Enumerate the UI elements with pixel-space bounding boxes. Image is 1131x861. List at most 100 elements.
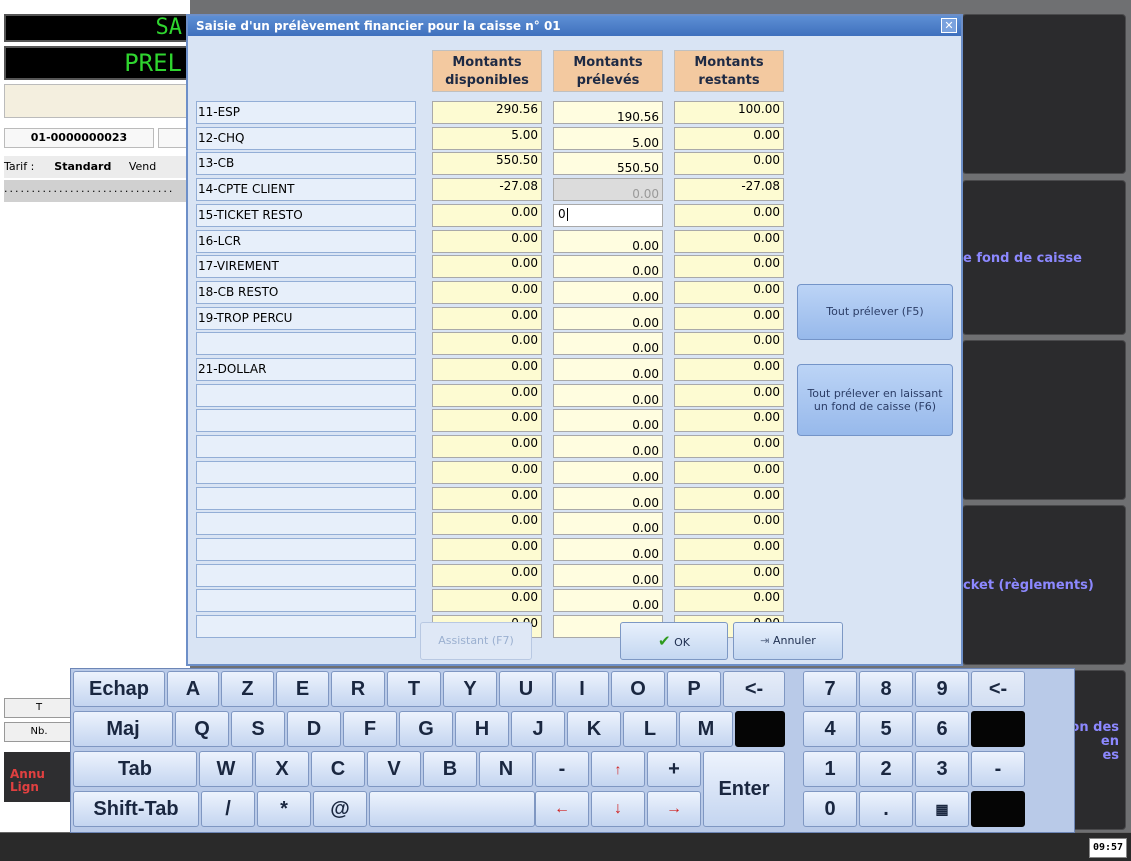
row-label [196, 563, 416, 587]
right-panel-1[interactable] [962, 14, 1126, 174]
cell-preleve-input[interactable]: 190.56 [553, 101, 663, 124]
key-f[interactable]: F [343, 711, 397, 747]
cell-preleve-input[interactable]: 0.00 [553, 229, 663, 253]
cell-preleve-input[interactable]: 0.00 [553, 589, 663, 613]
cell-preleve-input-active[interactable]: 0 [553, 203, 663, 227]
cell-preleve-input[interactable]: 0.00 [553, 332, 663, 356]
key-g[interactable]: G [399, 711, 453, 747]
ok-button[interactable]: ✔ OK [620, 622, 728, 660]
assistant-button[interactable]: Assistant (F7) [420, 622, 532, 660]
numpad-key-backspace[interactable]: <- [971, 671, 1025, 707]
key-slash[interactable]: / [201, 791, 255, 827]
cell-disponible: 0.00 [432, 563, 542, 587]
key-minus[interactable]: - [535, 751, 589, 787]
cell-restant: 0.00 [674, 563, 784, 587]
key-b[interactable]: B [423, 751, 477, 787]
numpad-key-9[interactable]: 9 [915, 671, 969, 707]
key-o[interactable]: O [611, 671, 665, 707]
cell-preleve-input[interactable]: 550.50 [553, 152, 663, 176]
key-q[interactable]: Q [175, 711, 229, 747]
key-backspace[interactable]: <- [723, 671, 785, 707]
key-arrow-left[interactable]: ← [535, 791, 589, 827]
numpad-key-8[interactable]: 8 [859, 671, 913, 707]
cell-disponible: 290.56 [432, 101, 542, 124]
cell-preleve-input[interactable]: 0.00 [553, 280, 663, 304]
cell-preleve-input[interactable]: 0.00 [553, 460, 663, 484]
key-d[interactable]: D [287, 711, 341, 747]
key-k[interactable]: K [567, 711, 621, 747]
annuler-ligne-button[interactable]: Annu Lign [4, 752, 74, 802]
key-arrow-right[interactable]: → [647, 791, 701, 827]
cell-preleve-input[interactable]: 0.00 [553, 358, 663, 381]
key-r[interactable]: R [331, 671, 385, 707]
key-arrow-up[interactable]: ↑ [591, 751, 645, 787]
tout-prelever-fond-line1: Tout prélever en laissant [807, 387, 943, 400]
key-echap[interactable]: Echap [73, 671, 165, 707]
key-v[interactable]: V [367, 751, 421, 787]
cell-preleve-input[interactable]: 0.00 [553, 537, 663, 561]
key-arrow-down[interactable]: ↓ [591, 791, 645, 827]
bg-small-button-1[interactable]: T [4, 698, 74, 718]
key-n[interactable]: N [479, 751, 533, 787]
key-s[interactable]: S [231, 711, 285, 747]
row-label: 14-CPTE CLIENT [196, 178, 416, 202]
key-a[interactable]: A [167, 671, 219, 707]
numpad-key-1[interactable]: 1 [803, 751, 857, 787]
key-e[interactable]: E [276, 671, 329, 707]
numpad-key-0[interactable]: 0 [803, 791, 857, 827]
cell-preleve-input[interactable]: 0.00 [553, 178, 663, 202]
cell-preleve-input[interactable]: 0.00 [553, 306, 663, 330]
cell-preleve-input[interactable]: 0.00 [553, 486, 663, 510]
cell-disponible: 550.50 [432, 152, 542, 176]
key-shift-tab[interactable]: Shift-Tab [73, 791, 199, 827]
key-m[interactable]: M [679, 711, 733, 747]
numpad-key-dot[interactable]: . [859, 791, 913, 827]
right-panel-fond-de-caisse[interactable]: e fond de caisse [962, 180, 1126, 335]
right-panel-ticket-reglements[interactable]: cket (règlements) [962, 505, 1126, 665]
key-space[interactable] [369, 791, 535, 827]
key-enter[interactable]: Enter [703, 751, 785, 827]
numpad-key-minus[interactable]: - [971, 751, 1025, 787]
numpad-key-7[interactable]: 7 [803, 671, 857, 707]
cell-preleve-input[interactable]: 0.00 [553, 512, 663, 536]
table-row: 0.00 0.00 0.00 [196, 383, 896, 407]
right-panel-3[interactable] [962, 340, 1126, 500]
key-y[interactable]: Y [443, 671, 497, 707]
numpad-key-6[interactable]: 6 [915, 711, 969, 747]
key-i[interactable]: I [555, 671, 609, 707]
key-x[interactable]: X [255, 751, 309, 787]
numpad-key-5[interactable]: 5 [859, 711, 913, 747]
tout-prelever-button[interactable]: Tout prélever (F5) [797, 284, 953, 340]
key-t[interactable]: T [387, 671, 441, 707]
table-row: 0.00 0.00 0.00 [196, 537, 896, 561]
numpad-key-4[interactable]: 4 [803, 711, 857, 747]
key-p[interactable]: P [667, 671, 721, 707]
key-at[interactable]: @ [313, 791, 367, 827]
numpad-key-2[interactable]: 2 [859, 751, 913, 787]
annuler-button[interactable]: ⇥ Annuler [733, 622, 843, 660]
cell-preleve-input[interactable]: 0.00 [553, 563, 663, 587]
key-c[interactable]: C [311, 751, 365, 787]
key-j[interactable]: J [511, 711, 565, 747]
key-plus[interactable]: + [647, 751, 701, 787]
key-asterisk[interactable]: * [257, 791, 311, 827]
cell-preleve-input[interactable]: 0.00 [553, 435, 663, 459]
cell-preleve-input[interactable]: 5.00 [553, 126, 663, 150]
cell-preleve-input[interactable]: 0.00 [553, 255, 663, 279]
table-row: 0.00 0.00 0.00 [196, 486, 896, 510]
key-tab[interactable]: Tab [73, 751, 197, 787]
cell-preleve-input[interactable]: 0.00 [553, 409, 663, 433]
calculator-icon[interactable]: ▦ [915, 791, 969, 827]
close-icon[interactable]: ✕ [941, 18, 957, 33]
key-h[interactable]: H [455, 711, 509, 747]
tout-prelever-fond-button[interactable]: Tout prélever en laissant un fond de cai… [797, 364, 953, 436]
key-maj[interactable]: Maj [73, 711, 173, 747]
key-w[interactable]: W [199, 751, 253, 787]
key-l[interactable]: L [623, 711, 677, 747]
bg-small-button-2[interactable]: Nb. [4, 722, 74, 742]
cell-preleve-input[interactable]: 0.00 [553, 383, 663, 407]
annul-label-2: Lign [10, 780, 39, 794]
key-z[interactable]: Z [221, 671, 274, 707]
key-u[interactable]: U [499, 671, 553, 707]
numpad-key-3[interactable]: 3 [915, 751, 969, 787]
